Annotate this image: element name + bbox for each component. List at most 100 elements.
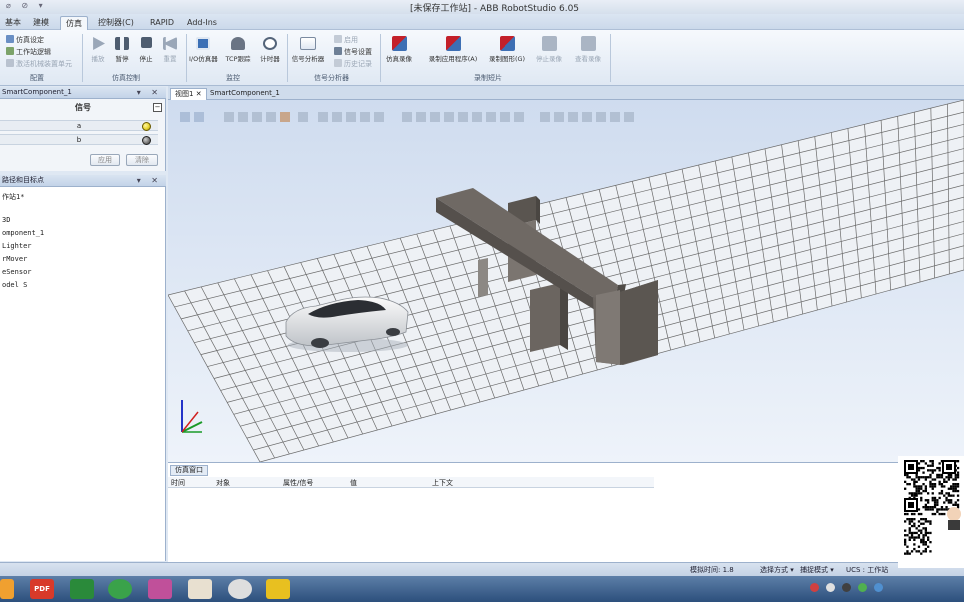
record-graphics-button[interactable]: 录制图形(G) [486, 36, 528, 63]
tab-view1[interactable]: 视图1 ✕ [170, 88, 207, 100]
qr-cell [910, 492, 914, 495]
qr-cell [956, 473, 960, 477]
tcp-trace-button[interactable]: TCP跟踪 [223, 37, 253, 63]
tab-simulation[interactable]: 仿真 [60, 16, 88, 30]
qr-cell [929, 506, 932, 509]
col-object[interactable]: 对象 [216, 478, 230, 488]
reset-button[interactable]: 重置 [160, 37, 180, 63]
qr-cell [908, 483, 911, 486]
group-label-signal-analyzer: 信号分析器 [314, 74, 349, 82]
tab-home[interactable]: 基本 [0, 16, 26, 30]
video-icon[interactable] [188, 579, 212, 599]
tray-icon[interactable] [874, 583, 883, 592]
select-mode-dropdown[interactable]: 选择方式 ▾ [760, 565, 794, 575]
signal-settings-item[interactable]: 信号设置 [334, 47, 372, 57]
col-value[interactable]: 值 [350, 478, 357, 488]
robotstudio-icon[interactable] [148, 579, 172, 599]
timer-button[interactable]: 计时器 [258, 37, 282, 63]
activate-mechanism-item[interactable]: 激活机械装置单元 [6, 59, 72, 69]
ucs-readout[interactable]: UCS : 工作站 [846, 565, 888, 575]
signal-led-on-icon[interactable] [142, 122, 151, 131]
qr-cell [915, 473, 918, 477]
tray-icon[interactable] [842, 583, 851, 592]
col-context[interactable]: 上下文 [432, 478, 453, 488]
tab-modeling[interactable]: 建模 [28, 16, 54, 30]
tree-item-component[interactable]: omponent_1 [2, 229, 44, 237]
pdf-icon[interactable]: PDF [30, 579, 54, 599]
output-tab[interactable]: 仿真窗口 [170, 465, 208, 476]
qr-cell [922, 550, 925, 553]
col-property[interactable]: 属性/信号 [283, 478, 313, 488]
tree-item-station[interactable]: 作站1* [2, 192, 24, 202]
tree-item-mover[interactable]: rMover [2, 255, 27, 263]
qr-cell [940, 512, 944, 516]
qr-cell [920, 518, 923, 521]
qr-cell [952, 494, 955, 497]
qr-cell [954, 473, 957, 477]
snap-mode-dropdown[interactable]: 捕捉模式 ▾ [800, 565, 834, 575]
qr-cell [946, 464, 952, 470]
3d-viewport[interactable] [168, 100, 964, 462]
signal-analyzer-button[interactable]: 信号分析器 [290, 37, 326, 63]
tree-item-model[interactable]: odel S [2, 281, 27, 289]
recorder-icon[interactable] [228, 579, 252, 599]
pane-controls[interactable]: ▾ ✕ [137, 175, 162, 186]
qr-cell [954, 485, 957, 488]
record-application-button[interactable]: 录制应用程序(A) [424, 36, 482, 63]
station-logic-item[interactable]: 工作站逻辑 [6, 47, 51, 57]
browser-icon[interactable] [108, 579, 132, 599]
qr-cell [915, 550, 918, 553]
excel-icon[interactable] [70, 579, 94, 599]
sim-settings-item[interactable]: 仿真设定 [6, 35, 44, 45]
qr-cell [922, 518, 925, 521]
stop-button[interactable]: 停止 [136, 37, 156, 63]
play-button[interactable]: 播放 [88, 37, 108, 63]
document-tabs: 视图1 ✕ SmartComponent_1 [168, 86, 964, 100]
qr-cell [943, 480, 946, 483]
windows-icon[interactable] [0, 579, 14, 599]
tab-smartcomponent[interactable]: SmartComponent_1 [206, 88, 284, 100]
qr-cell [920, 531, 923, 535]
status-bar: 模拟时间: 1.8 选择方式 ▾ 捕捉模式 ▾ UCS : 工作站 [0, 562, 964, 576]
qr-cell [950, 501, 953, 504]
tab-rapid[interactable]: RAPID [145, 16, 179, 30]
tab-controller[interactable]: 控制器(C) [93, 16, 139, 30]
tree-item-3d[interactable]: 3D [2, 216, 10, 224]
pause-button[interactable]: 暂停 [111, 37, 133, 63]
tray-icon[interactable] [858, 583, 867, 592]
signal-led-off-icon[interactable] [142, 136, 151, 145]
tray-icon[interactable] [826, 583, 835, 592]
io-simulator-button[interactable]: I/O仿真器 [189, 37, 218, 63]
qr-cell [924, 518, 927, 521]
qr-cell [913, 483, 916, 486]
analyzer-enable-item[interactable]: 启用 [334, 35, 358, 45]
tree-item-lighter[interactable]: Lighter [2, 242, 32, 250]
qr-cell [917, 550, 921, 553]
clear-button[interactable]: 清除 [126, 154, 158, 166]
qr-cell [929, 531, 932, 535]
group-label-recording: 录制短片 [474, 74, 502, 82]
tree-item-sensor[interactable]: eSensor [2, 268, 32, 276]
collapse-icon[interactable]: − [153, 103, 162, 112]
qr-cell [904, 543, 907, 546]
qr-cell [947, 501, 950, 504]
qr-cell [933, 469, 937, 472]
view-recording-button[interactable]: 查看录像 [572, 36, 604, 63]
qr-cell [906, 476, 909, 479]
tray-record-icon[interactable] [810, 583, 819, 592]
signal-row-a[interactable]: a [0, 120, 158, 131]
sim-recording-button[interactable]: 仿真录像 [384, 36, 414, 63]
qr-cell [904, 529, 907, 532]
notes-icon[interactable] [266, 579, 290, 599]
col-time[interactable]: 时间 [171, 478, 185, 488]
quick-access-toolbar[interactable]: ⌀ ⊘ ▾ [6, 1, 47, 10]
tab-addins[interactable]: Add-Ins [182, 16, 222, 30]
stop-recording-button[interactable]: 停止录像 [533, 36, 565, 63]
signal-row-b[interactable]: b [0, 134, 158, 145]
group-label-monitor: 监控 [226, 74, 240, 82]
taskbar: PDF [0, 576, 964, 602]
qr-cell [910, 512, 914, 516]
history-item[interactable]: 历史记录 [334, 59, 372, 69]
pane-controls[interactable]: ▾ ✕ [137, 87, 162, 98]
apply-button[interactable]: 应用 [90, 154, 120, 166]
